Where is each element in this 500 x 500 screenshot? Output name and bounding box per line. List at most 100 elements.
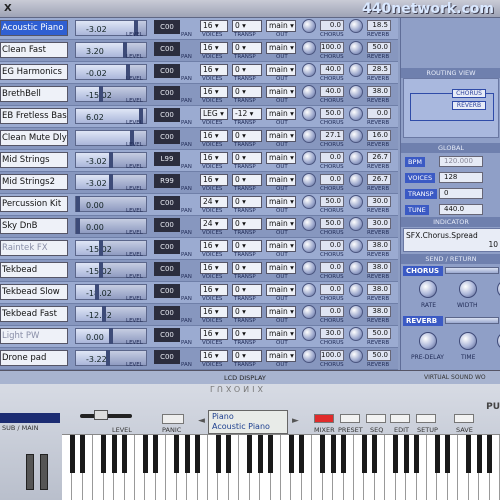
transp-select[interactable]: 0 ▾ <box>232 20 262 32</box>
panic-button[interactable] <box>162 414 184 424</box>
prev-preset-icon[interactable]: ◄ <box>198 416 205 426</box>
pan-display[interactable]: C00 <box>154 196 180 210</box>
reverb-send-knob[interactable] <box>349 151 363 165</box>
patch-name[interactable]: Tekbead <box>0 262 68 278</box>
out-select[interactable]: main ▾ <box>266 350 296 362</box>
patch-name[interactable]: EG Harmonics <box>0 64 68 80</box>
black-key[interactable] <box>195 435 201 473</box>
black-key[interactable] <box>174 435 180 473</box>
pan-display[interactable]: C00 <box>154 350 180 364</box>
reverb-send-knob[interactable] <box>349 327 363 341</box>
chorus-send-knob[interactable] <box>302 305 316 319</box>
out-select[interactable]: main ▾ <box>266 328 296 340</box>
out-select[interactable]: main ▾ <box>266 306 296 318</box>
black-key[interactable] <box>257 435 263 473</box>
patch-name[interactable]: Clean Fast <box>0 42 68 58</box>
voices-select[interactable]: LEG ▾ <box>200 108 228 120</box>
chorus-send-knob[interactable] <box>302 283 316 297</box>
routing-reverb-box[interactable]: REVERB <box>452 101 486 110</box>
chorus-send-knob[interactable] <box>302 349 316 363</box>
setup-button[interactable] <box>416 414 436 423</box>
reverb-send-knob[interactable] <box>349 19 363 33</box>
patch-name[interactable]: Percussion Kit <box>0 196 68 212</box>
patch-name[interactable]: Raintek FX <box>0 240 68 256</box>
voices-select[interactable]: 16 ▾ <box>200 174 228 186</box>
out-select[interactable]: main ▾ <box>266 130 296 142</box>
voices-select[interactable]: 16 ▾ <box>200 86 228 98</box>
level-handle[interactable] <box>76 218 80 234</box>
patch-name[interactable]: Acoustic Piano <box>0 20 68 36</box>
chorus-send-knob[interactable] <box>302 63 316 77</box>
reverb-send-knob[interactable] <box>349 217 363 231</box>
reverb-send-knob[interactable] <box>349 129 363 143</box>
level-handle[interactable] <box>76 196 80 212</box>
piano-keyboard[interactable] <box>62 434 500 500</box>
level-handle[interactable] <box>109 328 113 344</box>
voices-select[interactable]: 24 ▾ <box>200 218 228 230</box>
black-key[interactable] <box>487 435 493 473</box>
black-key[interactable] <box>320 435 326 473</box>
voices-select[interactable]: 16 ▾ <box>200 350 228 362</box>
black-key[interactable] <box>361 435 367 473</box>
seq-button[interactable] <box>366 414 386 423</box>
patch-name[interactable]: Sky DnB <box>0 218 68 234</box>
black-key[interactable] <box>288 435 294 473</box>
voices-select[interactable]: 16 ▾ <box>200 306 228 318</box>
reverb-send-knob[interactable] <box>349 85 363 99</box>
edit-button[interactable] <box>390 414 410 423</box>
pan-display[interactable]: C00 <box>154 284 180 298</box>
chorus-send-knob[interactable] <box>302 217 316 231</box>
pan-display[interactable]: C00 <box>154 218 180 232</box>
patch-name[interactable]: EB Fretless Bass <box>0 108 68 124</box>
transp-select[interactable]: 0 ▾ <box>232 262 262 274</box>
black-key[interactable] <box>111 435 117 473</box>
out-select[interactable]: main ▾ <box>266 108 296 120</box>
black-key[interactable] <box>414 435 420 473</box>
tune-field[interactable]: 440.0 <box>439 204 483 215</box>
level-handle[interactable] <box>95 284 99 300</box>
chorus-send-knob[interactable] <box>302 261 316 275</box>
black-key[interactable] <box>226 435 232 473</box>
level-handle[interactable] <box>109 174 113 190</box>
voices-select[interactable]: 16 ▾ <box>200 240 228 252</box>
level-handle[interactable] <box>105 350 110 366</box>
out-select[interactable]: main ▾ <box>266 240 296 252</box>
patch-name[interactable]: Clean Mute Dly <box>0 130 68 146</box>
pitch-wheel[interactable] <box>26 454 34 490</box>
chorus-width-knob[interactable] <box>459 280 477 298</box>
transp-select[interactable]: 0 ▾ <box>232 152 262 164</box>
reverb-predelay-knob[interactable] <box>419 332 437 350</box>
voices-select[interactable]: 16 ▾ <box>200 20 228 32</box>
pan-display[interactable]: C00 <box>154 328 180 342</box>
pan-display[interactable]: C00 <box>154 240 180 254</box>
voices-select[interactable]: 16 ▾ <box>200 284 228 296</box>
chorus-send-knob[interactable] <box>302 41 316 55</box>
chorus-send-knob[interactable] <box>302 129 316 143</box>
transp-select[interactable]: 0 ▾ <box>232 218 262 230</box>
chorus-send-knob[interactable] <box>302 85 316 99</box>
pan-display[interactable]: C00 <box>154 108 180 122</box>
transp-select[interactable]: 0 ▾ <box>232 130 262 142</box>
chorus-send-knob[interactable] <box>302 195 316 209</box>
black-key[interactable] <box>69 435 75 473</box>
black-key[interactable] <box>268 435 274 473</box>
out-select[interactable]: main ▾ <box>266 262 296 274</box>
voices-select[interactable]: 16 ▾ <box>200 42 228 54</box>
chorus-send-knob[interactable] <box>302 151 316 165</box>
patch-name[interactable]: Mid Strings2 <box>0 174 68 190</box>
black-key[interactable] <box>215 435 221 473</box>
out-select[interactable]: main ▾ <box>266 42 296 54</box>
pan-display[interactable]: C00 <box>154 20 180 34</box>
chorus-send-knob[interactable] <box>302 173 316 187</box>
black-key[interactable] <box>403 435 409 473</box>
level-handle[interactable] <box>102 306 106 322</box>
transp-select[interactable]: 0 ▾ <box>232 328 262 340</box>
black-key[interactable] <box>434 435 440 473</box>
mixer-button[interactable] <box>314 414 334 423</box>
chorus-send-knob[interactable] <box>302 19 316 33</box>
patch-name[interactable]: Mid Strings <box>0 152 68 168</box>
reverb-send-knob[interactable] <box>349 261 363 275</box>
pan-display[interactable]: L99 <box>154 152 180 166</box>
black-key[interactable] <box>80 435 86 473</box>
transp-select[interactable]: 0 ▾ <box>232 350 262 362</box>
